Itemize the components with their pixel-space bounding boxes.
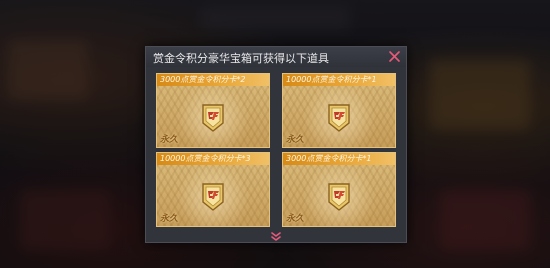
card-header: 10000点赏金令积分卡*3 [157, 153, 269, 165]
reward-dialog: 赏金令积分豪华宝箱可获得以下道具 3000点赏金令积分卡*2 永久 10000点… [145, 46, 407, 243]
close-button[interactable] [387, 49, 402, 64]
cf-badge-icon [328, 104, 350, 132]
permanent-tag: 永久 [160, 135, 179, 145]
expand-more-button[interactable] [269, 228, 283, 241]
dialog-header: 赏金令积分豪华宝箱可获得以下道具 [146, 47, 406, 67]
permanent-tag: 永久 [286, 135, 305, 145]
cf-badge-icon [202, 183, 224, 211]
card-header: 10000点赏金令积分卡*1 [283, 74, 395, 86]
card-label: 3000点赏金令积分卡*1 [286, 154, 372, 163]
close-icon [389, 51, 400, 62]
reward-card[interactable]: 10000点赏金令积分卡*1 永久 [282, 73, 396, 148]
card-label: 10000点赏金令积分卡*3 [160, 154, 251, 163]
card-header: 3000点赏金令积分卡*1 [283, 153, 395, 165]
card-label: 3000点赏金令积分卡*2 [160, 75, 246, 84]
card-body: 永久 [283, 165, 395, 226]
cf-badge-icon [202, 104, 224, 132]
card-body: 永久 [283, 86, 395, 147]
reward-card[interactable]: 10000点赏金令积分卡*3 永久 [156, 152, 270, 227]
permanent-tag: 永久 [286, 214, 305, 224]
dialog-title: 赏金令积分豪华宝箱可获得以下道具 [153, 52, 329, 65]
chevron-double-down-icon [271, 232, 281, 241]
cf-badge-icon [328, 183, 350, 211]
card-label: 10000点赏金令积分卡*1 [286, 75, 377, 84]
reward-card[interactable]: 3000点赏金令积分卡*2 永久 [156, 73, 270, 148]
card-body: 永久 [157, 165, 269, 226]
card-body: 永久 [157, 86, 269, 147]
card-header: 3000点赏金令积分卡*2 [157, 74, 269, 86]
reward-grid: 3000点赏金令积分卡*2 永久 10000点赏金令积分卡*1 永久 10000… [156, 73, 396, 227]
reward-card[interactable]: 3000点赏金令积分卡*1 永久 [282, 152, 396, 227]
permanent-tag: 永久 [160, 214, 179, 224]
